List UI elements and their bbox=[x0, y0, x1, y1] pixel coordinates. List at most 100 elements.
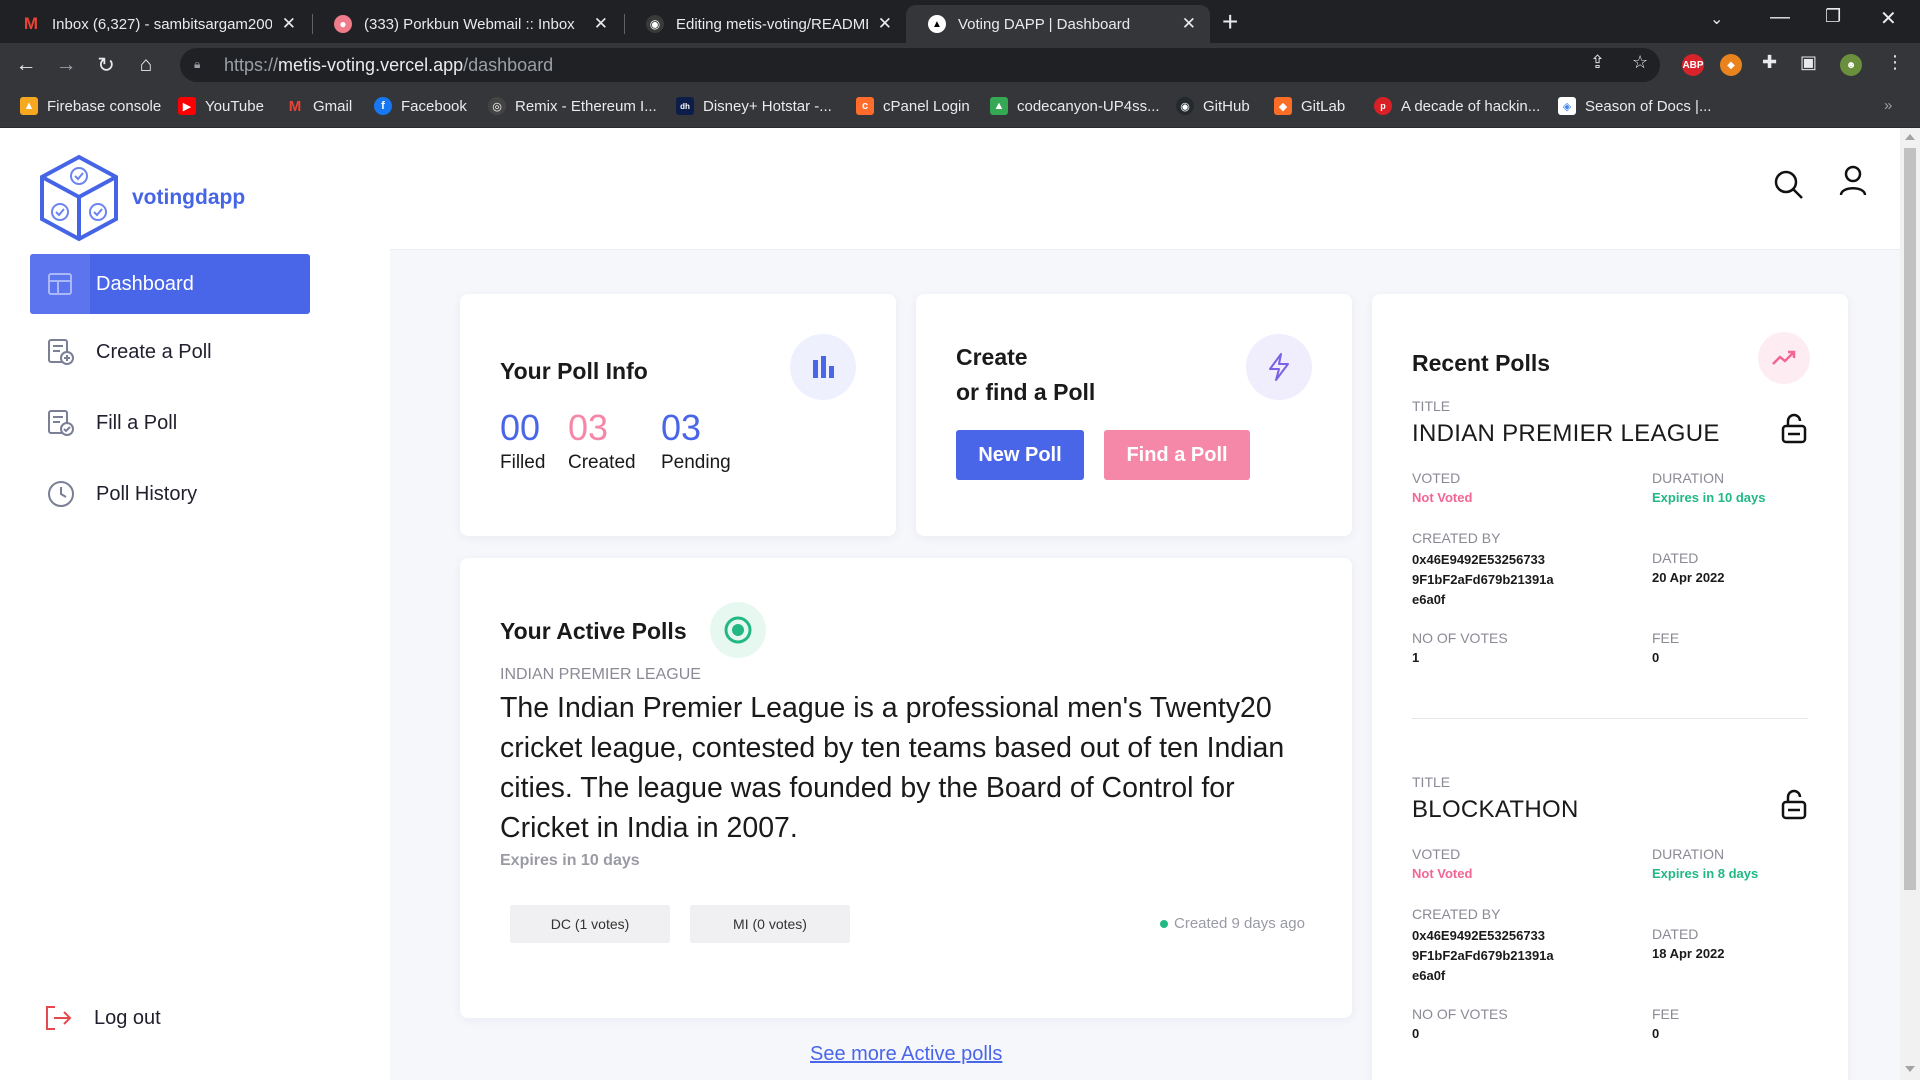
stat-label: Created bbox=[568, 452, 636, 473]
share-icon[interactable]: ⇪ bbox=[1590, 52, 1605, 73]
unlock-icon[interactable] bbox=[1780, 788, 1808, 820]
bookmark-item[interactable]: c cPanel Login bbox=[856, 97, 970, 115]
tab-search-icon[interactable]: ⌄ bbox=[1710, 9, 1723, 29]
unlock-icon[interactable] bbox=[1780, 412, 1808, 444]
close-tab-icon[interactable]: ✕ bbox=[282, 14, 296, 34]
close-tab-icon[interactable]: ✕ bbox=[878, 14, 892, 34]
extensions-icon[interactable]: ✚ bbox=[1762, 52, 1777, 73]
close-tab-icon[interactable]: ✕ bbox=[1182, 14, 1196, 34]
browser-tab-github[interactable]: ◉ Editing metis-voting/README.m ✕ bbox=[624, 5, 906, 43]
vote-option-chip[interactable]: MI (0 votes) bbox=[690, 905, 850, 943]
new-tab-button[interactable]: + bbox=[1222, 6, 1238, 38]
browser-tab-porkbun[interactable]: ● (333) Porkbun Webmail :: Inbox ✕ bbox=[312, 5, 622, 43]
stat-value: 03 bbox=[568, 407, 609, 448]
create-card-title-line2: or find a Poll bbox=[956, 379, 1096, 405]
logout-button[interactable]: Log out bbox=[44, 1004, 161, 1032]
sidebar-item-dashboard[interactable]: Dashboard bbox=[30, 254, 310, 314]
tab-title: Voting DAPP | Dashboard bbox=[958, 15, 1131, 33]
fee-label: FEE bbox=[1652, 1006, 1680, 1022]
bookmark-item[interactable]: ▲ codecanyon-UP4ss... bbox=[990, 97, 1160, 115]
bookmark-item[interactable]: dh Disney+ Hotstar -... bbox=[676, 97, 832, 115]
find-poll-button[interactable]: Find a Poll bbox=[1104, 430, 1250, 480]
forward-button[interactable]: → bbox=[52, 51, 80, 79]
scroll-up-icon[interactable] bbox=[1905, 134, 1915, 140]
stat-value: 00 bbox=[500, 407, 541, 448]
scroll-down-icon[interactable] bbox=[1905, 1066, 1915, 1072]
vote-option-chip[interactable]: DC (1 votes) bbox=[510, 905, 670, 943]
sidebar-item-label: Fill a Poll bbox=[96, 411, 178, 434]
bookmark-star-icon[interactable]: ☆ bbox=[1632, 52, 1648, 73]
bookmark-item[interactable]: f Facebook bbox=[374, 97, 467, 115]
duration-label: DURATION bbox=[1652, 846, 1725, 862]
bookmark-label: Gmail bbox=[313, 97, 353, 115]
stat-created: 03 Created bbox=[568, 408, 636, 474]
porkbun-icon: ● bbox=[334, 15, 352, 33]
scrollbar-thumb[interactable] bbox=[1904, 148, 1916, 890]
bookmark-item[interactable]: ◉ GitHub bbox=[1176, 97, 1250, 115]
sidebar-item-create-poll[interactable]: Create a Poll bbox=[30, 322, 310, 382]
see-more-active-polls-link[interactable]: See more Active polls bbox=[810, 1043, 1002, 1066]
gmail-icon: M bbox=[288, 97, 302, 115]
back-button[interactable]: ← bbox=[12, 51, 40, 79]
minimize-button[interactable]: — bbox=[1770, 6, 1790, 29]
restore-button[interactable]: ❐ bbox=[1825, 6, 1841, 27]
create-card-title: Create or find a Poll bbox=[956, 340, 1095, 410]
page-scrollbar[interactable] bbox=[1900, 128, 1920, 1080]
search-icon[interactable] bbox=[1772, 168, 1806, 202]
active-poll-description: The Indian Premier League is a professio… bbox=[500, 692, 1285, 844]
bookmark-label: Disney+ Hotstar -... bbox=[703, 97, 832, 115]
reload-button[interactable]: ↻ bbox=[92, 51, 120, 79]
address-bar[interactable]: 🔒︎ https://metis-voting.vercel.app/dashb… bbox=[180, 48, 1660, 82]
firebase-icon: ▲ bbox=[20, 97, 38, 115]
menu-icon[interactable]: ⋮ bbox=[1886, 52, 1904, 73]
voted-label: VOTED bbox=[1412, 846, 1461, 862]
bookmark-item[interactable]: ◆ GitLab bbox=[1274, 97, 1345, 115]
remix-icon: ◎ bbox=[488, 97, 506, 115]
recent-poll-title: INDIAN PREMIER LEAGUE bbox=[1412, 420, 1720, 447]
bookmark-item[interactable]: ▶ YouTube bbox=[178, 97, 264, 115]
logout-label: Log out bbox=[94, 1006, 161, 1029]
recent-poll-title: BLOCKATHON bbox=[1412, 796, 1579, 823]
divider bbox=[1412, 718, 1808, 719]
bookmark-item[interactable]: ◈ Season of Docs |... bbox=[1558, 97, 1711, 115]
adblock-icon[interactable]: ABP bbox=[1682, 54, 1704, 76]
metamask-icon[interactable]: ◆ bbox=[1720, 54, 1742, 76]
stat-filled: 00 Filled bbox=[500, 408, 545, 474]
bookmark-label: Facebook bbox=[401, 97, 467, 115]
bookmark-item[interactable]: ▲ Firebase console bbox=[20, 97, 161, 115]
profile-avatar[interactable]: ☻ bbox=[1840, 54, 1862, 76]
recent-poll-title-label: TITLE bbox=[1412, 398, 1451, 414]
bookmark-label: YouTube bbox=[205, 97, 264, 115]
votes-label: NO OF VOTES bbox=[1412, 1006, 1508, 1022]
address-line: e6a0f bbox=[1412, 592, 1446, 607]
sidebar-item-poll-history[interactable]: Poll History bbox=[30, 464, 310, 524]
more-bookmarks-icon[interactable]: » bbox=[1884, 97, 1892, 114]
close-window-button[interactable]: ✕ bbox=[1880, 6, 1897, 31]
created-time: Created 9 days ago bbox=[1174, 915, 1305, 932]
created-by-label: CREATED BY bbox=[1412, 906, 1501, 922]
bookmark-label: codecanyon-UP4ss... bbox=[1017, 97, 1160, 115]
sidebar-item-fill-poll[interactable]: Fill a Poll bbox=[30, 393, 310, 453]
address-line: 0x46E9492E53256733 bbox=[1412, 928, 1546, 943]
google-icon: ◈ bbox=[1558, 97, 1576, 115]
bookmark-item[interactable]: ◎ Remix - Ethereum I... bbox=[488, 97, 657, 115]
poll-info-title: Your Poll Info bbox=[500, 358, 648, 384]
duration-value: Expires in 8 days bbox=[1652, 866, 1759, 881]
new-poll-button[interactable]: New Poll bbox=[956, 430, 1084, 480]
voted-value: Not Voted bbox=[1412, 490, 1473, 505]
votes-value: 1 bbox=[1412, 650, 1420, 665]
browser-tab-gmail[interactable]: M Inbox (6,327) - sambitsargam200 ✕ bbox=[0, 5, 310, 43]
app-logo[interactable]: votingdapp bbox=[38, 154, 245, 242]
user-icon[interactable] bbox=[1836, 164, 1870, 198]
bookmark-item[interactable]: p A decade of hackin... bbox=[1374, 97, 1540, 115]
tab-title: Inbox (6,327) - sambitsargam200 bbox=[52, 15, 272, 33]
bookmarks-bar: ▲ Firebase console ▶ YouTube M Gmail f Faceb… bbox=[0, 87, 1920, 128]
close-tab-icon[interactable]: ✕ bbox=[594, 14, 608, 34]
tab-title: Editing metis-voting/README.m bbox=[676, 15, 868, 33]
browser-tab-voting-dapp[interactable]: ▲ Voting DAPP | Dashboard ✕ bbox=[906, 5, 1210, 43]
side-panel-icon[interactable]: ▣ bbox=[1800, 52, 1817, 73]
home-button[interactable]: ⌂ bbox=[132, 51, 160, 79]
bookmark-label: Firebase console bbox=[47, 97, 162, 115]
dated-label: DATED bbox=[1652, 926, 1699, 942]
bookmark-item[interactable]: M Gmail bbox=[286, 97, 352, 115]
